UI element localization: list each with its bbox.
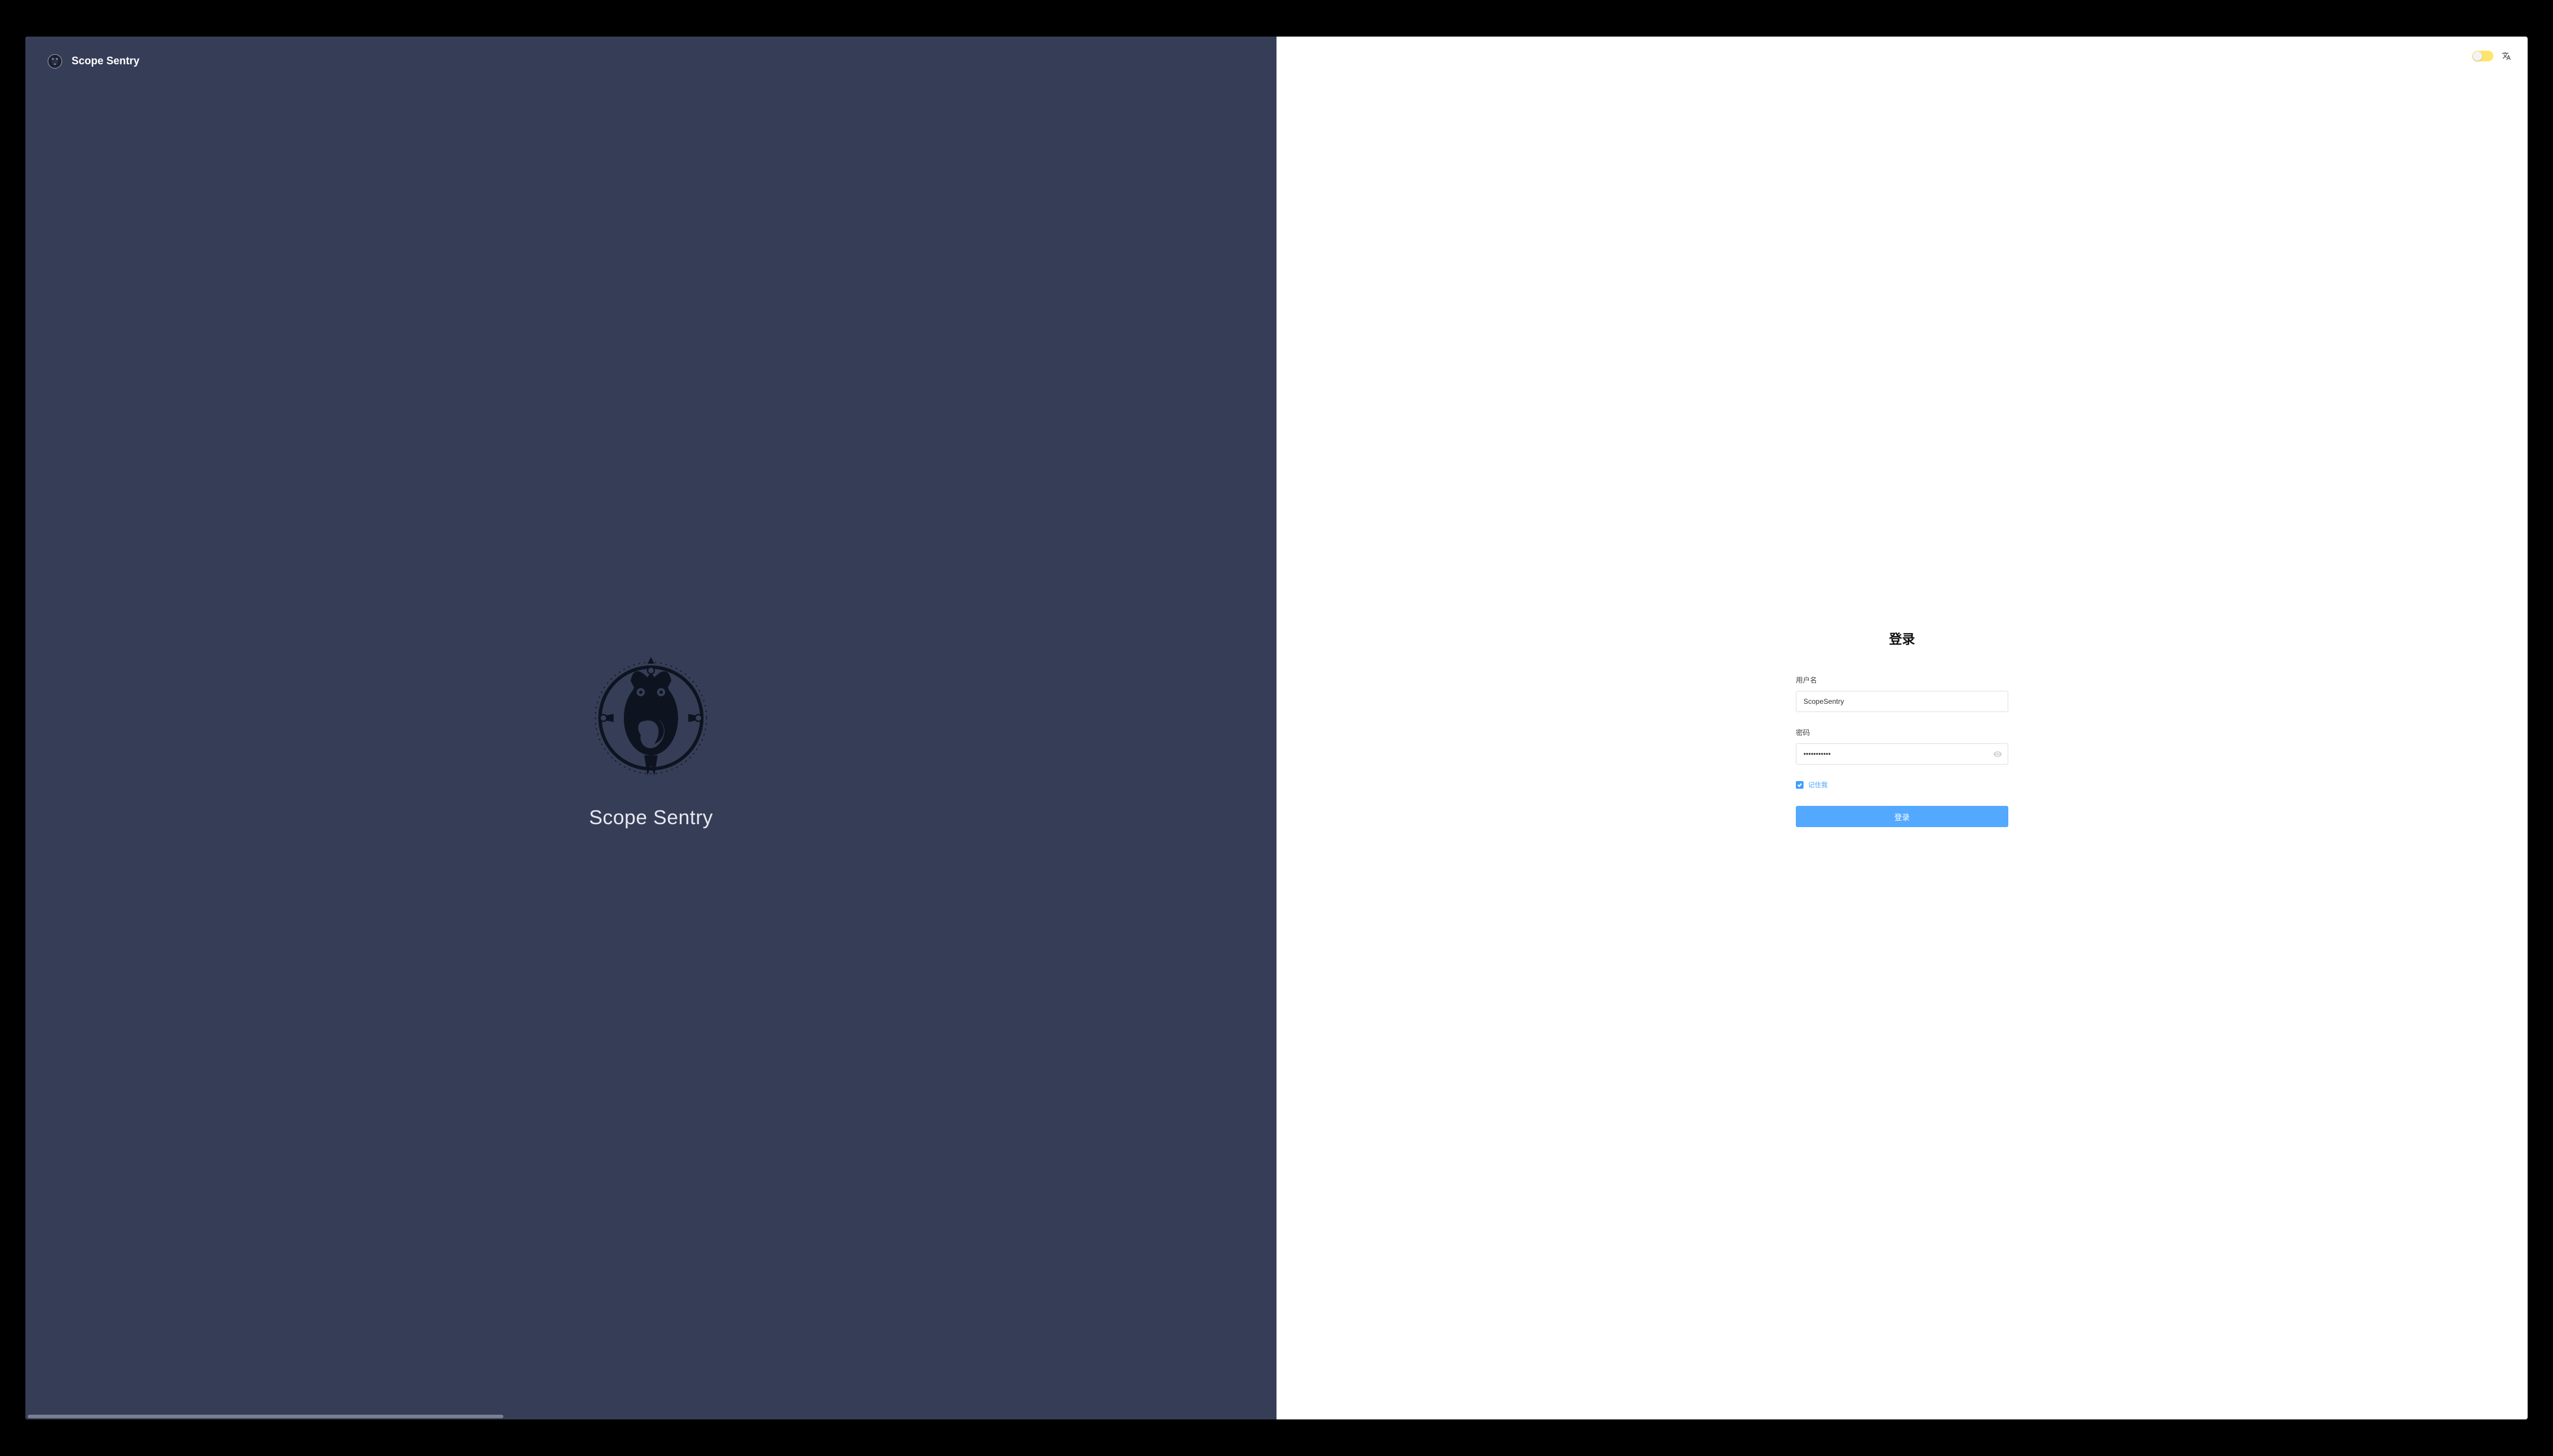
password-input[interactable] xyxy=(1796,743,2008,765)
owl-logo-icon xyxy=(583,641,719,795)
password-label: 密码 xyxy=(1796,727,2008,737)
left-panel: Scope Sentry xyxy=(25,37,1276,1420)
app-logo-small-icon xyxy=(47,53,63,70)
login-heading: 登录 xyxy=(1796,629,2008,648)
username-input[interactable] xyxy=(1796,691,2008,712)
toggle-knob xyxy=(2473,51,2482,61)
show-password-icon[interactable] xyxy=(1993,749,2002,759)
right-panel: 登录 用户名 密码 记住我 登录 xyxy=(1276,37,2528,1420)
login-button[interactable]: 登录 xyxy=(1796,806,2008,827)
horizontal-scrollbar[interactable] xyxy=(25,1414,1276,1419)
remember-checkbox[interactable] xyxy=(1796,781,1804,789)
login-form: 登录 用户名 密码 记住我 登录 xyxy=(1796,629,2008,827)
login-window: Scope Sentry xyxy=(25,37,2527,1420)
app-title: Scope Sentry xyxy=(71,55,139,67)
scrollbar-thumb[interactable] xyxy=(28,1415,503,1418)
language-icon[interactable] xyxy=(2502,51,2511,61)
theme-toggle[interactable] xyxy=(2472,51,2493,61)
username-input-wrap xyxy=(1796,691,2008,712)
app-title-large: Scope Sentry xyxy=(589,806,713,829)
left-center: Scope Sentry xyxy=(25,86,1276,1420)
remember-label: 记住我 xyxy=(1808,780,1828,789)
remember-row: 记住我 xyxy=(1796,780,2008,789)
password-input-wrap xyxy=(1796,743,2008,765)
left-header: Scope Sentry xyxy=(25,37,1276,86)
username-label: 用户名 xyxy=(1796,675,2008,685)
top-right-controls xyxy=(2472,51,2511,61)
